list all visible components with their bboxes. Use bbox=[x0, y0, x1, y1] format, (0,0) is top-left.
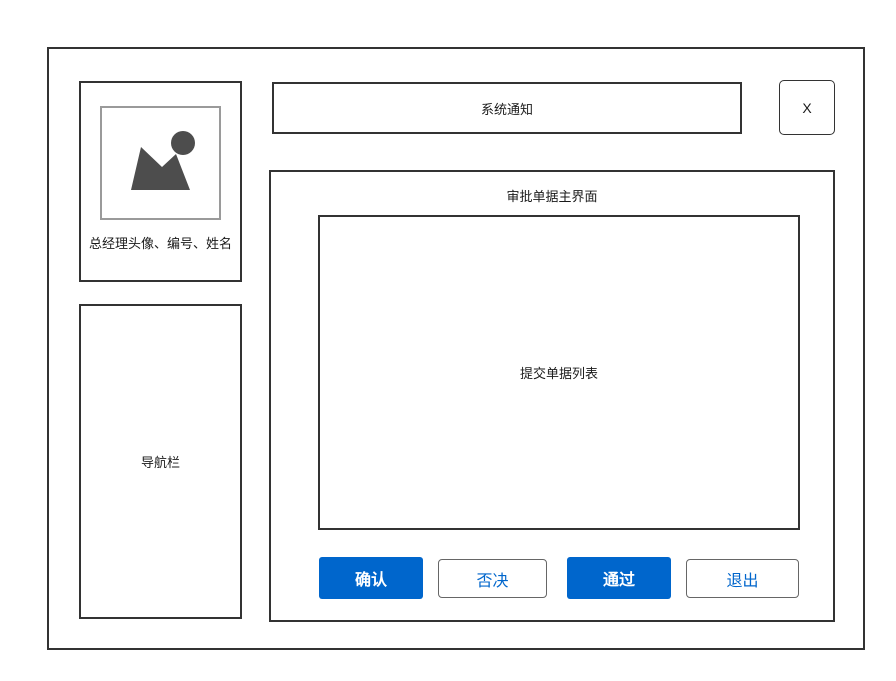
image-placeholder-icon bbox=[131, 131, 195, 190]
confirm-button[interactable]: 确认 bbox=[319, 557, 423, 599]
main-panel-title: 审批单据主界面 bbox=[506, 190, 598, 205]
close-icon: X bbox=[802, 99, 812, 116]
profile-label: 总经理头像、编号、姓名 bbox=[88, 237, 232, 252]
system-notice-label: 系统通知 bbox=[480, 102, 533, 118]
nav-bar-label: 导航栏 bbox=[140, 456, 180, 471]
approve-button[interactable]: 通过 bbox=[567, 557, 671, 599]
avatar bbox=[100, 106, 221, 220]
nav-bar[interactable]: 导航栏 bbox=[79, 304, 242, 619]
submitted-documents-label: 提交单据列表 bbox=[519, 367, 598, 382]
close-button[interactable]: X bbox=[779, 80, 835, 135]
submitted-documents-list[interactable]: 提交单据列表 bbox=[318, 215, 800, 530]
reject-button[interactable]: 否决 bbox=[438, 559, 547, 598]
exit-button[interactable]: 退出 bbox=[686, 559, 799, 598]
system-notice-bar[interactable]: 系统通知 bbox=[272, 82, 742, 134]
